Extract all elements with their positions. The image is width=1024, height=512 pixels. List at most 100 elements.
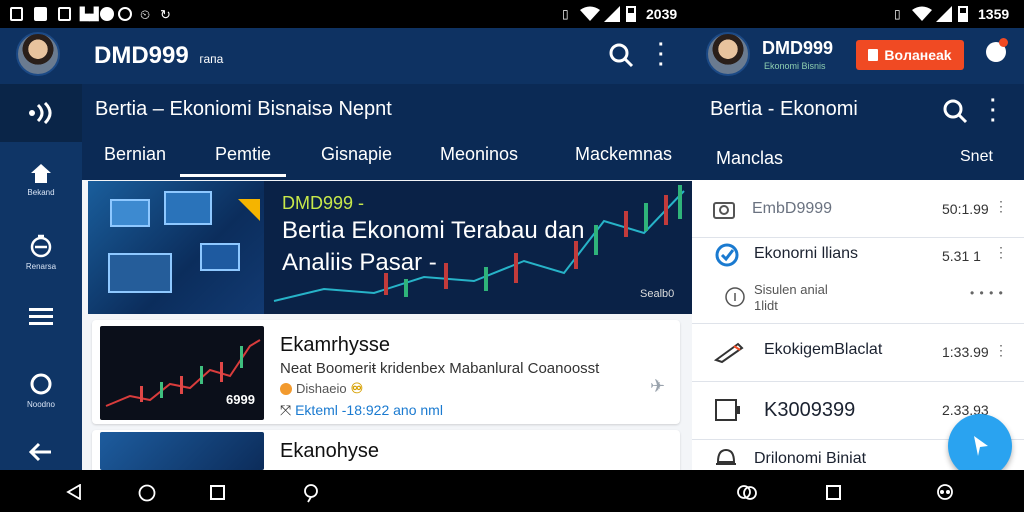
tab-manclas[interactable]: Manclas [716,148,783,169]
vibrate-icon: ▯ [562,7,569,21]
home-circle-icon[interactable] [138,484,156,502]
more-icon[interactable]: • • • • [970,286,1004,300]
avatar[interactable] [16,32,60,76]
header-red-button[interactable]: Boлaнеаk [856,40,964,70]
more-icon[interactable]: ⋮ [994,342,1008,359]
notification-icon [58,7,71,21]
bell-icon [716,448,736,465]
source-icon [280,382,292,395]
recents-icon[interactable] [210,485,225,500]
rail-item-logo[interactable] [0,84,82,142]
wifi-icon [912,6,932,21]
panel-row-text: Drilonomi Biniat [754,450,867,467]
rail-item-home[interactable]: Bekand [0,162,82,197]
photo-icon: ▙▟ [80,7,99,21]
panel-row-text: Sisulen anial [754,282,828,297]
avatar[interactable] [706,32,750,76]
article-source: Dishaeio ♾ [280,380,363,397]
clock-icon: ⏲ [140,7,151,22]
notification-bell-icon[interactable] [986,38,1008,62]
rail-item-circle[interactable]: Noodno [0,372,82,409]
more-icon[interactable]: ⋮ [994,198,1008,215]
more-icon[interactable]: · · · [990,91,997,131]
tab-pemtie[interactable]: Pemtie [215,144,271,165]
signal-icon [604,6,620,22]
hero-kicker: DMD999 - [282,193,365,213]
tab-snet[interactable]: Snet [960,148,993,166]
section-subtitle-right: Bertia - Ekonomi [710,98,858,120]
side-rail: Bekand Renarsa Noodno [0,84,82,470]
article-card[interactable]: Ekanohyse [92,430,680,470]
hero-headline: Analiis Pasar - [282,249,437,276]
laptop-graphic [108,253,172,293]
system-nav-bar [0,470,1024,512]
rail-item-menu[interactable] [0,306,82,326]
panel-row-value: 1:33.99 [942,344,989,360]
tab-mackemnas[interactable]: Mackemnas [575,144,672,165]
tags-icon: ⤧ [280,402,296,418]
status-time: 2039 [646,6,678,22]
article-card[interactable]: 6999 Ekamrhysse Neat Boomeriŧ kridenbex … [92,320,680,424]
rail-item-exit[interactable] [0,442,82,462]
status-bar: ▙▟ ⏲ ↻ ▯ 2039 ▯ 1359 [0,0,1024,28]
calendar-icon [868,49,879,61]
floating-action-button[interactable] [948,414,1012,478]
source-badge-icon: ♾ [350,380,364,396]
app-header: DMD999 гапа · · · DMD999 Ekonomi Bisnis Bo… [0,28,1024,84]
source-name: Dishaeio [296,381,347,396]
recents-icon[interactable] [826,485,841,500]
panel-row[interactable]: Sisulen anial 1lidt • • • • [692,278,1024,324]
tab-bernian[interactable]: Bernian [104,144,166,165]
panel-row[interactable]: Ekonorni llians 5.31 1 ⋮ [692,238,1024,278]
chat-icon[interactable] [736,484,758,502]
panel-row-value: 50:1.99 [942,201,989,217]
rail-item-timer[interactable]: Renarsa [0,234,82,271]
search-icon[interactable] [942,98,968,124]
monitor-graphic [200,243,240,271]
article-title: Ekanohyse [280,440,379,462]
search-icon[interactable] [608,42,634,68]
back-icon[interactable] [66,484,82,500]
app-title-suffix: гапа [199,52,224,66]
battery-icon [958,6,968,22]
send-icon [974,436,988,456]
copyright-icon [118,7,132,21]
article-title: Ekamrhysse [280,334,391,356]
panel-row[interactable]: EkokigemBlaclat 1:33.99 ⋮ [692,324,1024,382]
home-icon [31,164,51,183]
tab-gisnapie[interactable]: Gisnapie [321,144,392,165]
search-icon[interactable] [302,483,320,503]
active-tab-indicator [180,174,286,177]
tablet-icon [715,399,740,421]
battery-icon [626,6,636,22]
monitor-graphic [110,199,150,227]
rail-item-label: Bekand [27,188,55,197]
app-root: ▙▟ ⏲ ↻ ▯ 2039 ▯ 1359 DMD999 гапа · · · DMD… [0,0,1024,512]
signal-icon [936,6,952,22]
more-icon[interactable]: · · · [658,35,665,75]
panel-row[interactable]: EmbD9999 50:1.99 ⋮ [692,180,1024,238]
article-thumbnail [100,432,264,470]
vibrate-icon: ▯ [894,7,901,21]
panel-row-text: EmbD9999 [752,200,833,217]
warning-graphic [238,199,260,221]
header-brand-right: DMD999 [762,38,834,58]
notification-icon [34,7,47,21]
pencil-icon [714,342,744,364]
hero-image [88,181,264,314]
section-subtitle: Bertia – Ekoniomi Bisnaisə Nepnt [95,98,392,120]
hero-banner[interactable]: DMD999 - Bertia Ekonomi Terabau dan Anal… [88,181,692,314]
menu-icon [29,308,53,325]
tab-meoninos[interactable]: Meoninos [440,144,518,165]
panel-row-text: EkokigemBlaclat [764,341,883,358]
timer-icon [30,234,52,258]
header-red-button-label: Boлaнеаk [884,47,952,63]
check-circle-icon [715,243,739,267]
more-icon[interactable]: ⋮ [994,244,1008,261]
notification-dot [999,38,1008,47]
article-meta-text: Ekteml -18:922 ano nml [295,402,443,418]
info-icon [725,287,745,307]
article-thumbnail: 6999 [100,326,264,420]
bookmark-icon[interactable]: ✈ [650,376,665,397]
assistant-icon[interactable] [934,483,956,503]
